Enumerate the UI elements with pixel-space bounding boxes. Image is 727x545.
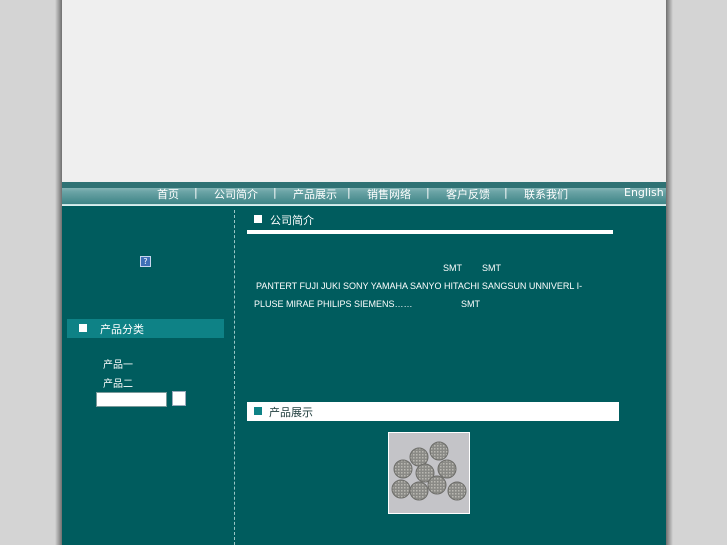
nav-item-about[interactable]: 公司简介 [214,186,258,202]
nav-item-sales-network[interactable]: 销售网络 [367,186,411,202]
help-icon[interactable]: ? [140,256,151,267]
section-title-about: 公司简介 [270,214,314,227]
nav-separator: | [504,186,508,199]
intro-text: SMT [461,299,480,309]
search-button[interactable] [172,391,186,406]
header-banner [62,0,666,182]
nav-separator: | [273,186,277,199]
search-input[interactable] [96,392,167,407]
square-bullet-icon [254,215,262,223]
nav-separator: | [426,186,430,199]
intro-text: PANTERT FUJI JUKI SONY YAMAHA SANYO HITA… [256,281,583,291]
square-bullet-icon [254,407,262,415]
product-image[interactable] [388,432,470,514]
nav-item-home[interactable]: 首页 [157,186,179,202]
intro-text: PLUSE MIRAE PHILIPS SIEMENS…… [254,299,413,309]
section-title-products: 产品展示 [269,406,313,419]
nav-item-contact[interactable]: 联系我们 [524,186,568,202]
category-link[interactable]: 产品二 [103,375,133,390]
page-container: 首页 | 公司简介 | 产品展示 | 销售网络 | 客户反馈 | 联系我们 En… [62,0,666,545]
nav-item-feedback[interactable]: 客户反馈 [446,186,490,202]
category-link[interactable]: 产品一 [103,356,133,371]
left-frame-shadow [55,0,62,545]
category-header: 产品分类 [67,319,224,338]
nav-top-strip [62,182,666,188]
english-link[interactable]: English [624,186,664,199]
nav-separator: | [347,186,351,199]
nav-item-products[interactable]: 产品展示 [293,186,337,202]
category-title: 产品分类 [100,323,144,336]
intro-text: SMT [443,263,462,273]
section-title-underline [247,230,613,234]
column-divider [234,210,235,545]
nav-underline [62,205,666,206]
square-bullet-icon [79,324,87,332]
right-frame-shadow [666,0,673,545]
intro-text: SMT [482,263,501,273]
nav-separator: | [194,186,198,199]
products-header: 产品展示 [247,402,619,421]
